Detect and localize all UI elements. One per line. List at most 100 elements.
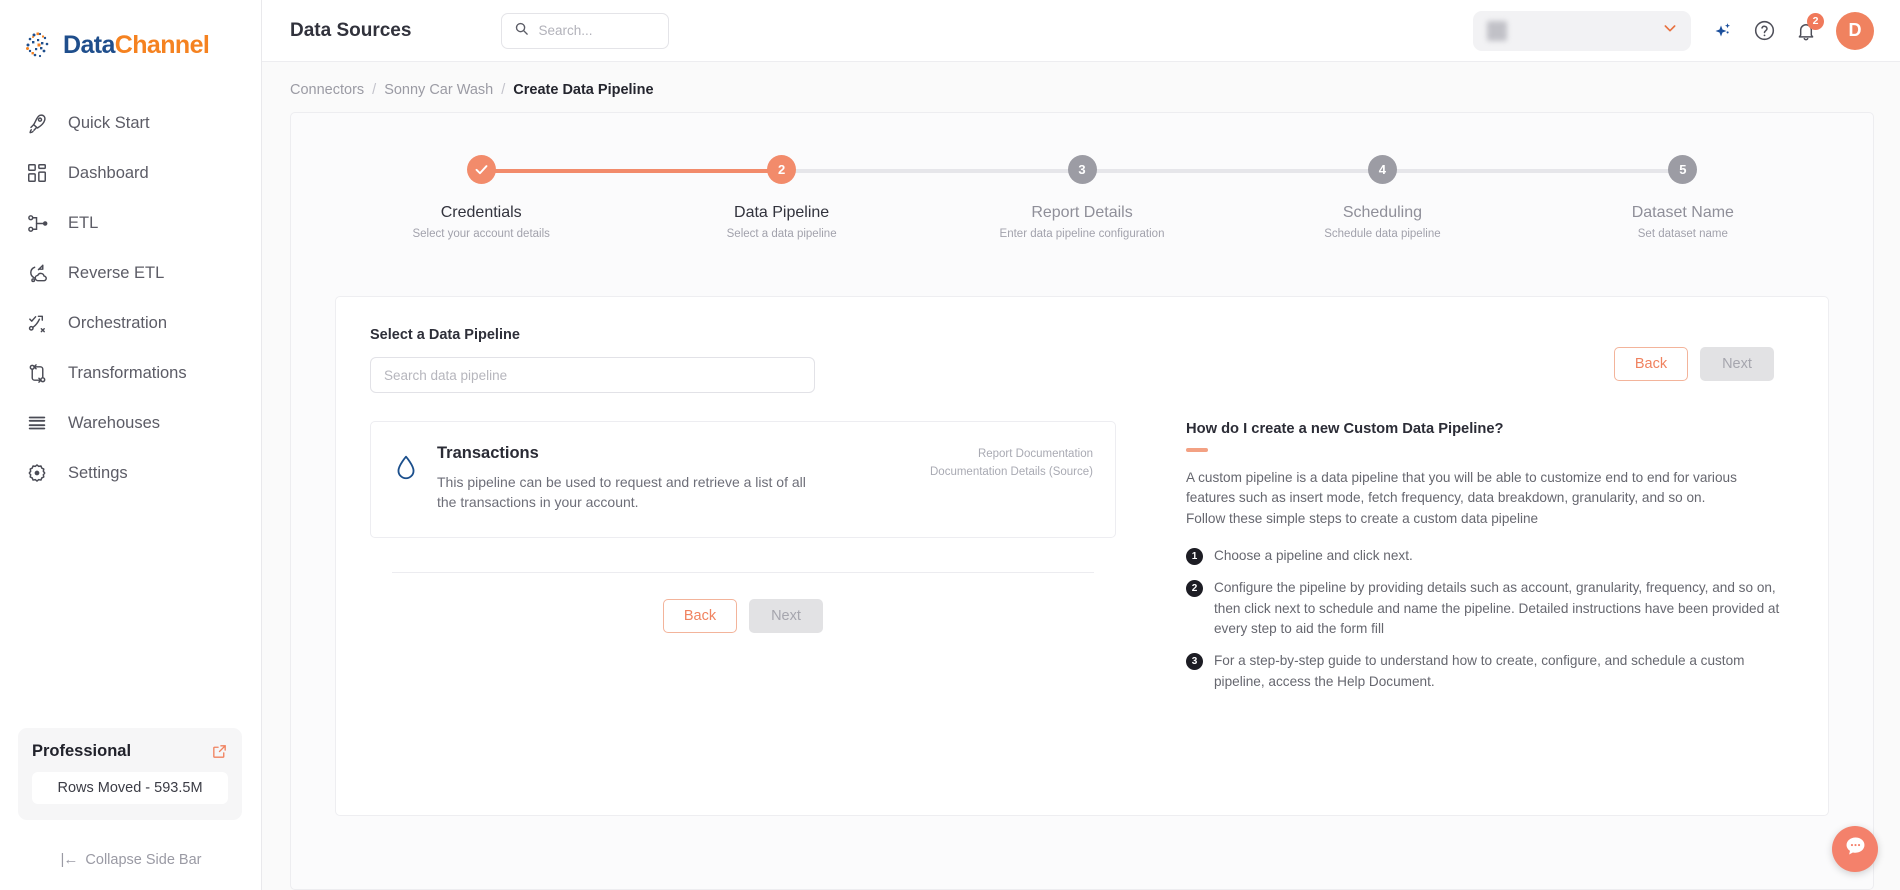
- collapse-sidebar-label: Collapse Side Bar: [85, 851, 202, 868]
- step-number-badge: 2: [1186, 580, 1203, 598]
- next-button-top[interactable]: Next: [1700, 347, 1774, 381]
- avatar[interactable]: D: [1836, 11, 1874, 50]
- help-panel: How do I create a new Custom Data Pipeli…: [1130, 421, 1794, 815]
- warehouse-stack-icon: [24, 410, 50, 436]
- card-body-row: Transactions This pipeline can be used t…: [370, 421, 1794, 815]
- step-title: Report Details: [1031, 204, 1133, 221]
- documentation-details-link[interactable]: Documentation Details (Source): [930, 464, 1093, 482]
- grid-icon: [24, 160, 50, 186]
- pipeline-option-transactions[interactable]: Transactions This pipeline can be used t…: [370, 421, 1116, 538]
- help-paragraph-1: A custom pipeline is a data pipeline tha…: [1186, 469, 1737, 506]
- pipeline-search-group: Select a Data Pipeline: [370, 327, 1614, 393]
- step-title: Dataset Name: [1631, 204, 1734, 221]
- step-title: Scheduling: [1342, 204, 1422, 221]
- chevron-down-icon: [1662, 20, 1678, 41]
- next-button-bottom[interactable]: Next: [749, 598, 823, 633]
- step-circle-3: 3: [1067, 155, 1097, 184]
- breadcrumb-item-connectors[interactable]: Connectors: [290, 82, 364, 98]
- top-button-group: Back Next: [1614, 347, 1794, 381]
- chat-support-button[interactable]: [1832, 826, 1878, 872]
- report-documentation-link[interactable]: Report Documentation: [930, 446, 1093, 464]
- help-step-2: 2 Configure the pipeline by providing de…: [1186, 578, 1786, 639]
- breadcrumb: Connectors / Sonny Car Wash / Create Dat…: [262, 62, 1900, 112]
- sidebar-item-label: Dashboard: [68, 163, 149, 182]
- sidebar-item-etl[interactable]: ETL: [0, 198, 261, 248]
- wizard-panel: Credentials Select your account details …: [290, 112, 1874, 890]
- rocket-icon: [24, 110, 50, 136]
- reverse-etl-cloud-icon: [24, 260, 50, 286]
- step-report-details[interactable]: 3 Report Details Enter data pipeline con…: [932, 155, 1383, 240]
- sidebar-item-settings[interactable]: Settings: [0, 448, 261, 498]
- external-link-icon[interactable]: [211, 743, 228, 760]
- step-dataset-name[interactable]: 5 Dataset Name Set dataset name: [1533, 155, 1833, 240]
- help-steps-list: 1 Choose a pipeline and click next. 2 Co…: [1186, 546, 1786, 692]
- brand-name: DataChannel: [63, 30, 210, 60]
- help-circle-icon[interactable]: [1753, 19, 1776, 42]
- page-title: Data Sources: [290, 19, 412, 41]
- pipeline-doc-links: Report Documentation Documentation Detai…: [930, 444, 1093, 513]
- sidebar-item-label: Quick Start: [68, 113, 150, 132]
- step-credentials[interactable]: Credentials Select your account details: [331, 155, 782, 240]
- step-subtitle: Schedule data pipeline: [1324, 228, 1441, 240]
- collapse-sidebar-button[interactable]: |← Collapse Side Bar: [0, 851, 262, 868]
- brand-logo[interactable]: DataChannel: [0, 0, 261, 82]
- pipeline-selection-card: Select a Data Pipeline Back Next: [335, 296, 1829, 816]
- pipeline-name: Transactions: [437, 444, 539, 462]
- back-button-bottom[interactable]: Back: [663, 598, 737, 633]
- chat-bubble-icon: [1843, 834, 1868, 864]
- pipeline-list: Transactions This pipeline can be used t…: [370, 421, 1130, 815]
- plan-name: Professional: [32, 742, 132, 760]
- sidebar-item-warehouses[interactable]: Warehouses: [0, 398, 261, 448]
- brand-name-part1: Data: [63, 30, 115, 59]
- step-title: Credentials: [440, 204, 522, 221]
- divider: [392, 571, 1094, 573]
- step-subtitle: Set dataset name: [1637, 228, 1728, 240]
- organization-name: [1517, 23, 1652, 39]
- sidebar-item-dashboard[interactable]: Dashboard: [0, 148, 261, 198]
- pipeline-description: This pipeline can be used to request and…: [437, 474, 806, 510]
- help-title: How do I create a new Custom Data Pipeli…: [1186, 421, 1504, 437]
- help-step-1: 1 Choose a pipeline and click next.: [1186, 546, 1786, 566]
- header-actions: 2 D: [1473, 10, 1874, 51]
- step-title: Data Pipeline: [734, 204, 830, 221]
- brand-name-part2: Channel: [114, 30, 210, 59]
- help-paragraph-2: Follow these simple steps to create a cu…: [1186, 511, 1539, 527]
- sidebar-item-transformations[interactable]: Transformations: [0, 348, 261, 398]
- content-area: Connectors / Sonny Car Wash / Create Dat…: [262, 62, 1900, 890]
- step-scheduling[interactable]: 4 Scheduling Schedule data pipeline: [1232, 155, 1683, 240]
- sidebar-item-label: Orchestration: [68, 313, 168, 332]
- breadcrumb-item-create-data-pipeline: Create Data Pipeline: [513, 82, 654, 98]
- sidebar-item-quick-start[interactable]: Quick Start: [0, 98, 261, 148]
- water-drop-icon: [393, 444, 419, 513]
- sidebar-item-label: Settings: [68, 463, 128, 482]
- step-number-badge: 1: [1186, 547, 1203, 565]
- app-root: DataChannel Quick Start Dashboard ETL Re…: [0, 0, 1900, 890]
- step-circle-1: [466, 155, 496, 184]
- organization-selector[interactable]: [1473, 10, 1691, 51]
- search-input[interactable]: [538, 23, 657, 38]
- sidebar-item-orchestration[interactable]: Orchestration: [0, 298, 261, 348]
- datachannel-logo-icon: [22, 28, 56, 62]
- wizard-stepper: Credentials Select your account details …: [291, 143, 1873, 240]
- plan-card: Professional Rows Moved - 593.5M: [18, 728, 242, 820]
- top-header: Data Sources Search... 2 D: [262, 0, 1900, 62]
- rows-moved-badge: Rows Moved - 593.5M: [32, 772, 228, 804]
- gear-icon: [24, 460, 50, 486]
- sparkle-icon[interactable]: [1710, 19, 1734, 43]
- organization-avatar-icon: [1487, 20, 1507, 41]
- sidebar-item-reverse-etl[interactable]: Reverse ETL: [0, 248, 261, 298]
- step-circle-5: 5: [1668, 155, 1698, 184]
- breadcrumb-separator: /: [372, 82, 377, 98]
- transformations-loop-icon: [24, 360, 50, 386]
- global-search[interactable]: [501, 12, 670, 49]
- bell-icon[interactable]: 2: [1795, 12, 1824, 42]
- sidebar: DataChannel Quick Start Dashboard ETL Re…: [0, 0, 262, 890]
- step-data-pipeline[interactable]: 2 Data Pipeline Select a data pipeline: [631, 155, 1083, 240]
- back-button-top[interactable]: Back: [1614, 347, 1688, 381]
- etl-flow-icon: [24, 210, 50, 236]
- breadcrumb-item-sonny-car-wash[interactable]: Sonny Car Wash: [384, 82, 493, 98]
- orchestration-nodes-icon: [24, 310, 50, 336]
- step-subtitle: Enter data pipeline configuration: [999, 228, 1165, 240]
- pipeline-search-input[interactable]: [370, 357, 815, 393]
- breadcrumb-separator: /: [501, 82, 506, 98]
